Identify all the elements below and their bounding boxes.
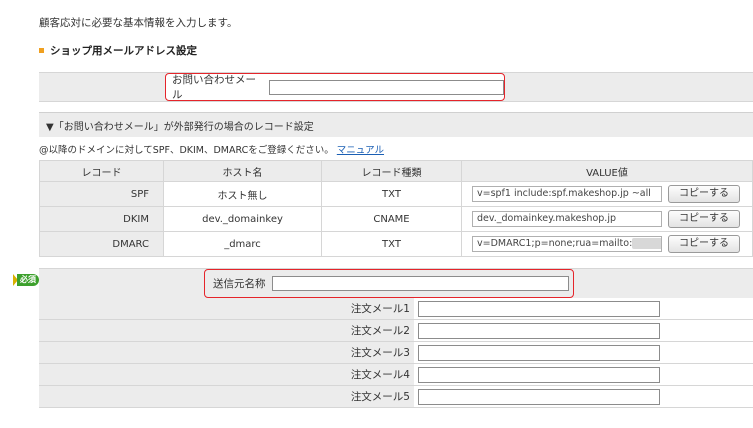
contact-mail-highlight: お問い合わせメール: [165, 73, 505, 101]
record-note-text: @以降のドメインに対してSPF、DKIM、DMARCをご登録ください。: [39, 145, 334, 156]
order-mail-cell: [414, 342, 753, 363]
order-mail-label: 注文メール1: [39, 298, 414, 319]
record-settings-heading: ▼「お問い合わせメール」が外部発行の場合のレコード設定: [39, 112, 753, 137]
sender-name-highlight: 送信元名称: [204, 269, 574, 298]
section-title-label: ショップ用メールアドレス設定: [50, 45, 197, 57]
order-mail-cell: [414, 386, 753, 407]
list-item: 注文メール5: [39, 386, 753, 408]
contact-mail-input[interactable]: [268, 79, 504, 95]
record-type: CNAME: [321, 206, 462, 232]
section-title: ショップ用メールアドレス設定: [39, 43, 197, 58]
table-row: DKIM dev._domainkey CNAME dev._domainkey…: [39, 206, 753, 232]
host-name: dev._domainkey: [163, 206, 322, 232]
record-type: TXT: [321, 181, 462, 207]
value-cell: dev._domainkey.makeshop.jp コピーする: [461, 206, 753, 232]
record-table: レコード ホスト名 レコード種類 VALUE値 SPF ホスト無し TXT v=…: [39, 160, 753, 257]
order-mail-cell: [414, 364, 753, 385]
list-item: 注文メール4: [39, 364, 753, 386]
contact-mail-label: お問い合わせメール: [172, 74, 256, 101]
value-cell: v=spf1 include:spf.makeshop.jp ~all コピーする: [461, 181, 753, 207]
manual-link[interactable]: マニュアル: [337, 145, 384, 156]
order-mail-label: 注文メール4: [39, 364, 414, 385]
contact-mail-row: お問い合わせメール: [39, 72, 753, 102]
copy-button[interactable]: コピーする: [668, 235, 740, 253]
redacted-email: xxxxxxxxxx: [632, 238, 661, 249]
record-table-header: レコード ホスト名 レコード種類 VALUE値: [39, 160, 753, 182]
column-header-host: ホスト名: [163, 160, 322, 182]
column-header-value: VALUE値: [461, 160, 753, 182]
order-mail-label: 注文メール5: [39, 386, 414, 407]
order-mail-label: 注文メール2: [39, 320, 414, 341]
sender-name-input[interactable]: [271, 276, 569, 291]
column-header-record: レコード: [39, 160, 164, 182]
required-badge-label: 必須: [17, 274, 39, 286]
order-mail-label: 注文メール3: [39, 342, 414, 363]
column-header-type: レコード種類: [321, 160, 462, 182]
record-value-field[interactable]: v=DMARC1;p=none;rua=mailto:xxxxxxxxxx: [472, 236, 662, 252]
order-mail-cell: [414, 298, 753, 319]
order-mail-input[interactable]: [418, 322, 660, 339]
bullet-icon: [39, 48, 44, 53]
order-mail-input[interactable]: [418, 300, 660, 317]
intro-text: 顧客応対に必要な基本情報を入力します。: [39, 17, 238, 29]
record-value-field[interactable]: v=spf1 include:spf.makeshop.jp ~all: [472, 186, 662, 202]
order-mail-cell: [414, 320, 753, 341]
order-mail-input[interactable]: [418, 344, 660, 361]
host-name: _dmarc: [163, 231, 322, 257]
record-note: @以降のドメインに対してSPF、DKIM、DMARCをご登録ください。 マニュア…: [39, 142, 384, 156]
order-mail-list: 注文メール1 注文メール2 注文メール3 注文メール4 注文メール5: [39, 298, 753, 408]
order-mail-input[interactable]: [418, 388, 660, 405]
list-item: 注文メール3: [39, 342, 753, 364]
list-item: 注文メール2: [39, 320, 753, 342]
sender-name-label: 送信元名称: [213, 278, 266, 290]
order-mail-input[interactable]: [418, 366, 660, 383]
required-badge: 必須: [13, 273, 39, 287]
record-value-field[interactable]: dev._domainkey.makeshop.jp: [472, 211, 662, 227]
record-value-text: v=DMARC1;p=none;rua=mailto:: [477, 238, 633, 249]
record-name: SPF: [39, 181, 164, 207]
list-item: 注文メール1: [39, 298, 753, 320]
record-name: DMARC: [39, 231, 164, 257]
host-name: ホスト無し: [163, 181, 322, 207]
table-row: DMARC _dmarc TXT v=DMARC1;p=none;rua=mai…: [39, 231, 753, 257]
sender-name-row: 送信元名称: [39, 268, 753, 298]
table-row: SPF ホスト無し TXT v=spf1 include:spf.makesho…: [39, 181, 753, 207]
value-cell: v=DMARC1;p=none;rua=mailto:xxxxxxxxxx コピー…: [461, 231, 753, 257]
record-name: DKIM: [39, 206, 164, 232]
copy-button[interactable]: コピーする: [668, 210, 740, 228]
record-type: TXT: [321, 231, 462, 257]
copy-button[interactable]: コピーする: [668, 185, 740, 203]
